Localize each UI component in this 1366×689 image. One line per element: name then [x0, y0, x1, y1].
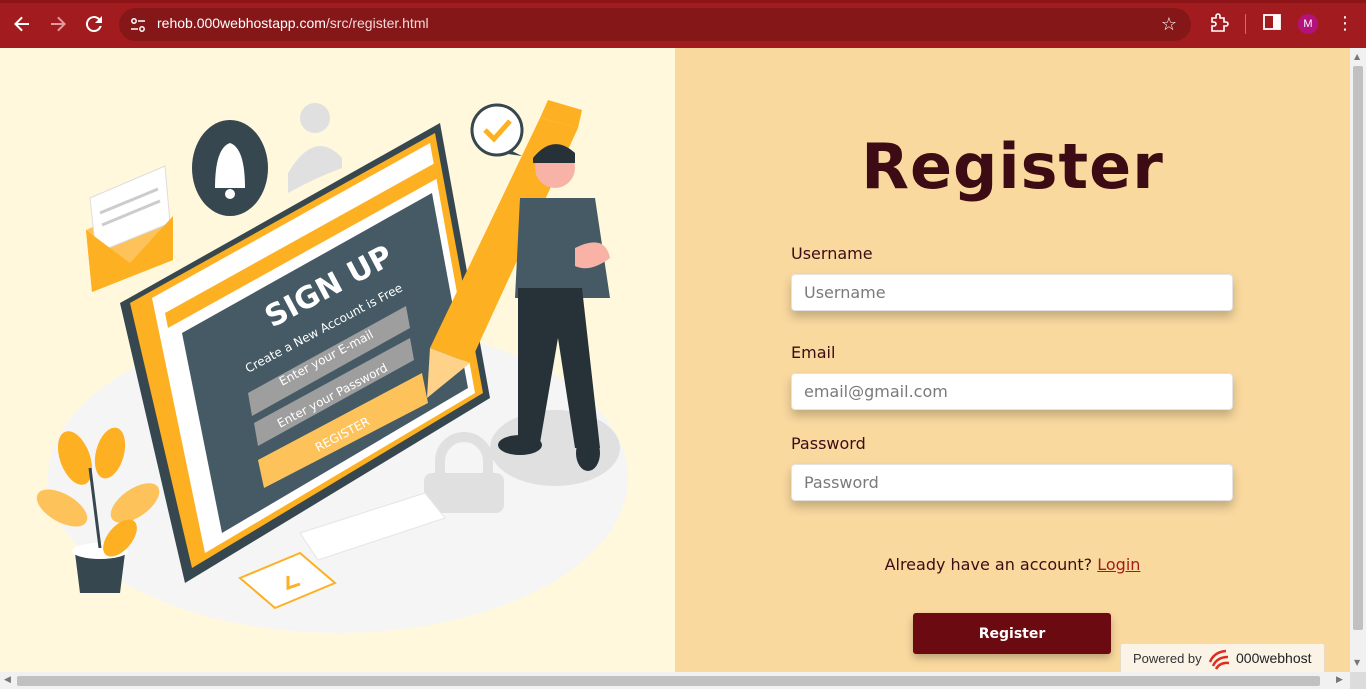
username-input[interactable] [791, 274, 1233, 311]
scroll-left-arrow-icon[interactable]: ◀ [4, 675, 11, 685]
checkmark-bubble-icon [470, 103, 524, 157]
page-title: Register [861, 130, 1164, 203]
signup-illustration: SIGN UP Create a New Account is Free Ent… [0, 48, 675, 672]
register-button[interactable]: Register [913, 613, 1111, 654]
menu-kebab-icon[interactable]: ⋮ [1336, 12, 1354, 36]
url-host: rehob.000webhostapp.com [157, 15, 326, 31]
page-content: SIGN UP Create a New Account is Free Ent… [0, 48, 1350, 672]
vertical-scroll-thumb[interactable] [1353, 66, 1363, 630]
side-panel-icon[interactable] [1262, 12, 1284, 34]
toolbar-divider [1245, 14, 1246, 34]
browser-toolbar: rehob.000webhostapp.com/src/register.htm… [0, 0, 1366, 48]
register-form-panel: Register Username Email Password Already… [675, 48, 1350, 672]
scroll-down-arrow-icon[interactable]: ▼ [1354, 658, 1360, 667]
horizontal-scroll-thumb[interactable] [17, 676, 1320, 686]
horizontal-scrollbar[interactable]: ◀ ▶ [0, 672, 1350, 689]
login-prompt-text: Already have an account? [884, 555, 1093, 574]
profile-avatar[interactable]: M [1298, 14, 1318, 34]
illustration-svg: SIGN UP Create a New Account is Free Ent… [36, 100, 628, 633]
login-prompt: Already have an account? Login [675, 555, 1350, 574]
scroll-right-arrow-icon[interactable]: ▶ [1336, 675, 1343, 685]
notification-bell-icon [192, 120, 268, 216]
email-input[interactable] [791, 373, 1233, 410]
bookmark-star-icon[interactable]: ☆ [1161, 14, 1177, 35]
url-text[interactable]: rehob.000webhostapp.com/src/register.htm… [157, 15, 429, 31]
powered-by-brand: 000webhost [1236, 650, 1312, 666]
extensions-icon[interactable] [1208, 12, 1230, 34]
site-info-icon[interactable] [129, 16, 147, 34]
powered-by-text: Powered by [1133, 651, 1202, 666]
email-label: Email [791, 343, 836, 362]
tab-strip-edge [0, 0, 1366, 3]
scroll-up-arrow-icon[interactable]: ▲ [1354, 52, 1360, 61]
forward-icon[interactable] [46, 12, 70, 36]
address-bar[interactable]: rehob.000webhostapp.com/src/register.htm… [119, 8, 1191, 41]
scrollbar-corner [1350, 672, 1366, 689]
password-label: Password [791, 434, 866, 453]
webhost-logo-icon [1208, 649, 1230, 670]
user-icon [288, 103, 342, 193]
login-link[interactable]: Login [1097, 555, 1140, 574]
url-path: /src/register.html [325, 15, 429, 31]
reload-icon[interactable] [82, 12, 106, 36]
back-icon[interactable] [10, 12, 34, 36]
password-input[interactable] [791, 464, 1233, 501]
powered-by-badge[interactable]: Powered by 000webhost [1120, 643, 1325, 673]
username-label: Username [791, 244, 873, 263]
envelope-icon [86, 165, 173, 292]
vertical-scrollbar[interactable]: ▲ ▼ [1350, 48, 1366, 672]
